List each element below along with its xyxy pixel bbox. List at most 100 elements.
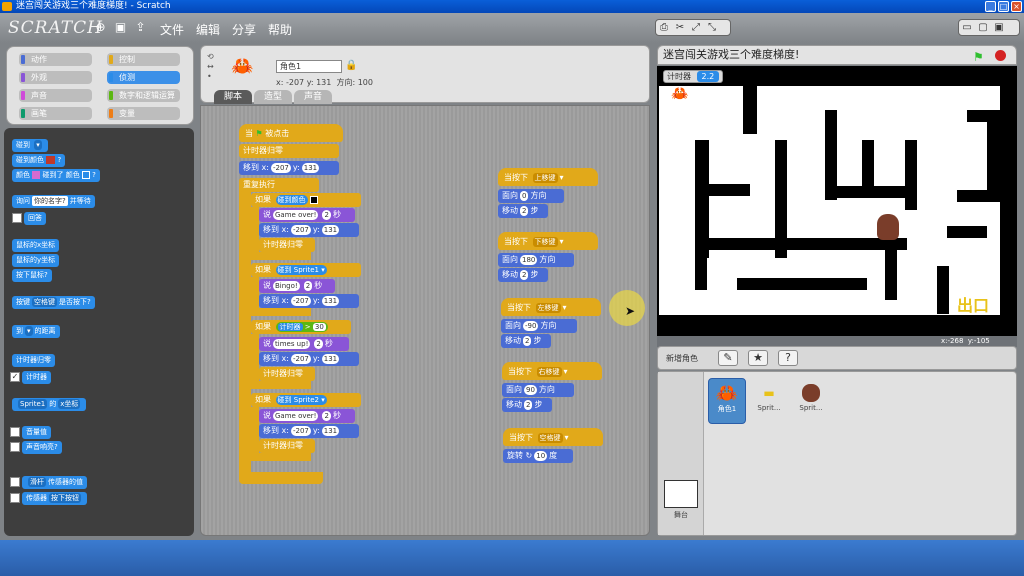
block-if-touching-sprite2[interactable]: 如果 碰到 Sprite2 ▾ (251, 393, 361, 407)
when-key-space-hat[interactable]: 当按下 空格键 ▾ (503, 428, 603, 446)
loud-checkbox[interactable] (10, 442, 20, 452)
block-loudness[interactable]: 音量值 (22, 426, 51, 439)
menu-file[interactable]: 文件 (160, 21, 184, 38)
block-move-left[interactable]: 移动 2 步 (501, 334, 551, 348)
category-sensing[interactable]: 侦测 (107, 71, 180, 84)
block-say-gameover-2[interactable]: 说 Game over! 2 秒 (259, 409, 355, 423)
block-mouse-y[interactable]: 鼠标的y坐标 (12, 254, 60, 267)
rotation-style-icons[interactable]: ⟲ ↔ • (207, 52, 214, 82)
stamp-icon[interactable]: ⎙ (656, 20, 672, 35)
green-flag-icon[interactable]: ⚑ (973, 48, 984, 66)
sprite-thumb-2[interactable]: ▬ Sprit... (750, 378, 788, 424)
when-key-right-hat[interactable]: 当按下 右移键 ▾ (502, 362, 602, 380)
block-answer[interactable]: 回答 (24, 212, 46, 225)
minimize-icon[interactable]: _ (985, 1, 996, 12)
category-operators[interactable]: 数字和逻辑运算 (107, 89, 180, 102)
crab-sprite[interactable]: 🦀 (671, 86, 688, 102)
block-distance-to[interactable]: 到 ▾ 的距离 (12, 325, 60, 338)
tab-sounds[interactable]: 声音 (294, 90, 332, 104)
block-goto-xy-1[interactable]: 移到 x: -207 y: 131 (259, 223, 359, 237)
menu-help[interactable]: 帮助 (268, 21, 292, 38)
menu-edit[interactable]: 编辑 (196, 21, 220, 38)
sprite-thumb-1[interactable]: 🦀 角色1 (708, 378, 746, 424)
block-if-timer-gt[interactable]: 如果 计时器 > 30 (251, 320, 351, 334)
tab-costumes[interactable]: 造型 (254, 90, 292, 104)
block-goto-xy-3[interactable]: 移到 x: -207 y: 131 (259, 352, 359, 366)
maximize-icon[interactable]: □ (998, 1, 1009, 12)
block-point-direction-up[interactable]: 面向 0 方向 (498, 189, 564, 203)
block-if-touching-color[interactable]: 如果 碰到颜色 (251, 193, 361, 207)
block-reset-timer-1[interactable]: 计时器归零 (259, 238, 315, 252)
block-key-pressed[interactable]: 按键 空格键 是否按下? (12, 296, 95, 309)
block-goto-xy-4[interactable]: 移到 x: -207 y: 131 (259, 424, 359, 438)
block-sensor-value[interactable]: 滑杆 传感器的值 (22, 476, 87, 489)
block-reset-timer-3[interactable]: 计时器归零 (259, 367, 315, 381)
small-stage-icon[interactable]: ▭ (959, 20, 975, 35)
block-loud[interactable]: 声音响亮? (22, 441, 62, 454)
block-point-direction-left[interactable]: 面向 -90 方向 (501, 319, 577, 333)
block-reset-timer-4[interactable]: 计时器归零 (259, 439, 315, 453)
timer-checkbox[interactable]: ✓ (10, 372, 20, 382)
block-sensor-pressed[interactable]: 传感器 按下按钮 (22, 492, 87, 505)
scripts-area[interactable]: 当 ⚑ 被点击 计时器归零 移到 x: -207 y: 131 重复执行 如果 碰到颜… (200, 105, 650, 536)
sensor-pressed-checkbox[interactable] (10, 493, 20, 503)
answer-checkbox[interactable] (12, 213, 22, 223)
sprite-thumb-3[interactable]: Sprit... (792, 378, 830, 424)
presentation-icon[interactable]: ▣ (991, 20, 1007, 35)
category-variables[interactable]: 变量 (107, 107, 180, 120)
stage-thumbnail[interactable] (664, 480, 698, 508)
paint-new-sprite-icon[interactable]: ✎ (718, 350, 738, 366)
block-move-up[interactable]: 移动 2 步 (498, 204, 548, 218)
loudness-checkbox[interactable] (10, 427, 20, 437)
category-pen[interactable]: 画笔 (19, 107, 92, 120)
block-goto-xy-2[interactable]: 移到 x: -207 y: 131 (259, 294, 359, 308)
category-motion[interactable]: 动作 (19, 53, 92, 66)
block-goto-xy[interactable]: 移到 x: -207 y: 131 (239, 161, 339, 175)
shrink-icon[interactable]: ⤡ (704, 20, 720, 35)
block-touching[interactable]: 碰到 ▾ (12, 139, 48, 152)
block-ask-and-wait[interactable]: 询问 你的名字? 并等待 (12, 195, 95, 208)
monster-sprite[interactable] (877, 214, 899, 240)
scissors-icon[interactable]: ✂ (672, 20, 688, 35)
sprite-name-field[interactable]: 角色1 (276, 60, 342, 73)
block-sprite-attribute[interactable]: Sprite1 的 x坐标 (12, 398, 87, 411)
block-mouse-x[interactable]: 鼠标的x坐标 (12, 239, 60, 252)
tab-scripts[interactable]: 脚本 (214, 90, 252, 104)
stage[interactable]: 计时器 2.2 🦀 出口 (657, 66, 1017, 336)
block-if-touching-sprite1[interactable]: 如果 碰到 Sprite1 ▾ (251, 263, 361, 277)
close-icon[interactable]: × (1011, 1, 1022, 12)
random-sprite-icon[interactable]: ? (778, 350, 798, 366)
category-control[interactable]: 控制 (107, 53, 180, 66)
lock-icon[interactable]: 🔒 (345, 60, 357, 71)
share-icon[interactable]: ⇪ (134, 21, 147, 34)
block-say-gameover-1[interactable]: 说 Game over! 2 秒 (259, 208, 355, 222)
category-looks[interactable]: 外观 (19, 71, 92, 84)
block-timer[interactable]: 计时器 (22, 371, 51, 384)
stop-icon[interactable] (995, 50, 1006, 61)
block-point-direction-down[interactable]: 面向 180 方向 (498, 253, 574, 267)
menu-share[interactable]: 分享 (232, 21, 256, 38)
when-key-up-hat[interactable]: 当按下 上移键 ▾ (498, 168, 598, 186)
block-reset-timer-main[interactable]: 计时器归零 (239, 144, 339, 158)
block-forever[interactable]: 重复执行 (239, 178, 319, 192)
exit-sprite[interactable]: 出口 (957, 292, 989, 316)
save-icon[interactable]: ▣ (114, 21, 127, 34)
block-move-right[interactable]: 移动 2 步 (502, 398, 552, 412)
normal-stage-icon[interactable]: ▢ (975, 20, 991, 35)
block-reset-timer[interactable]: 计时器归零 (12, 354, 55, 367)
block-color-touching-color[interactable]: 颜色 碰到了 颜色 ? (12, 169, 100, 182)
globe-icon[interactable]: ⊕ (94, 21, 107, 34)
block-mouse-down[interactable]: 按下鼠标? (12, 269, 52, 282)
when-key-left-hat[interactable]: 当按下 左移键 ▾ (501, 298, 601, 316)
category-sound[interactable]: 声音 (19, 89, 92, 102)
when-flag-clicked-hat[interactable]: 当 ⚑ 被点击 (239, 124, 343, 142)
choose-sprite-file-icon[interactable]: ★ (748, 350, 768, 366)
block-say-bingo[interactable]: 说 Bingo! 2 秒 (259, 279, 335, 293)
block-point-direction-right[interactable]: 面向 90 方向 (502, 383, 574, 397)
when-key-down-hat[interactable]: 当按下 下移键 ▾ (498, 232, 598, 250)
block-move-down[interactable]: 移动 2 步 (498, 268, 548, 282)
block-say-timesup[interactable]: 说 times up! 2 秒 (259, 337, 349, 351)
sensor-value-checkbox[interactable] (10, 477, 20, 487)
block-turn-degrees[interactable]: 旋转 ↻ 10 度 (503, 449, 573, 463)
grow-icon[interactable]: ⤢ (688, 20, 704, 35)
